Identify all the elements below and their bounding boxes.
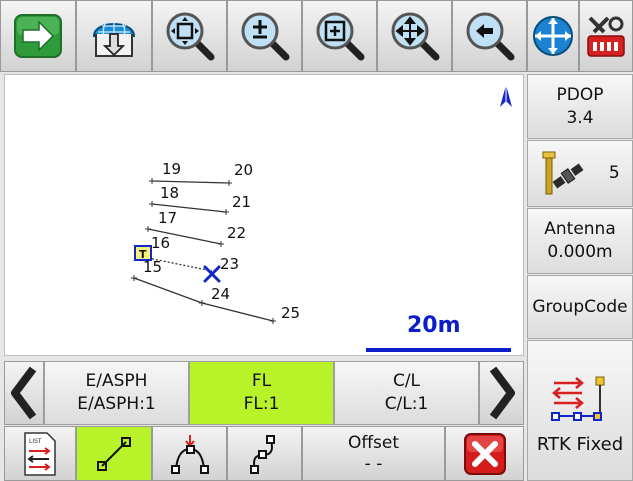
zoom-extents-button[interactable] bbox=[152, 0, 227, 72]
point-label: 17 bbox=[158, 209, 177, 227]
line-segment-icon bbox=[97, 436, 131, 471]
code-count: C/L:1 bbox=[384, 394, 429, 414]
satellite-count: 5 bbox=[608, 163, 620, 183]
settings-tools-icon bbox=[587, 16, 625, 57]
line-15-24 bbox=[133, 277, 203, 304]
settings-button[interactable] bbox=[579, 0, 633, 72]
close-icon bbox=[463, 432, 506, 475]
point-label: 23 bbox=[220, 255, 239, 273]
zoom-window-button[interactable] bbox=[302, 0, 377, 72]
code-name: E/ASPH bbox=[85, 371, 148, 391]
point-label: 22 bbox=[227, 224, 246, 242]
code-list-icon: LIST bbox=[24, 431, 56, 476]
code-list-button[interactable]: LIST bbox=[4, 426, 76, 481]
pdop-value: 3.4 bbox=[566, 107, 594, 128]
point-label: 16 bbox=[151, 234, 170, 252]
line-19-20 bbox=[151, 180, 230, 184]
antenna-value: 0.000m bbox=[547, 242, 613, 262]
marker-label: T bbox=[139, 248, 147, 261]
point-label: 20 bbox=[234, 161, 253, 179]
codes-next-button[interactable] bbox=[479, 361, 524, 425]
zoom-previous-button[interactable] bbox=[452, 0, 527, 72]
antenna-panel[interactable]: Antenna 0.000m bbox=[527, 208, 633, 274]
offset-button[interactable]: Offset - - bbox=[302, 426, 445, 481]
group-code-panel[interactable]: GroupCode bbox=[527, 275, 633, 339]
point-label: 24 bbox=[211, 285, 230, 303]
arc-mode-button[interactable] bbox=[152, 426, 227, 481]
code-button-cl[interactable]: C/L C/L:1 bbox=[334, 361, 479, 425]
rtk-status-label: RTK Fixed bbox=[536, 434, 624, 455]
pan-button[interactable] bbox=[377, 0, 452, 72]
zoom-previous-icon bbox=[466, 12, 514, 61]
point-label: 21 bbox=[232, 193, 251, 211]
north-arrow-icon bbox=[500, 85, 512, 107]
code-name: FL bbox=[251, 371, 272, 391]
antenna-label: Antenna bbox=[544, 219, 616, 239]
map-canvas[interactable]: 19 20 18 21 17 22 16 23 15 24 25 T 20m bbox=[4, 74, 524, 356]
globe-download-icon bbox=[92, 21, 136, 57]
offset-value: - - bbox=[364, 453, 383, 474]
gnss-button[interactable] bbox=[527, 0, 579, 72]
offset-label: Offset bbox=[347, 432, 400, 453]
pan-icon bbox=[391, 12, 439, 61]
download-map-button[interactable] bbox=[76, 0, 152, 72]
code-button-easph[interactable]: E/ASPH E/ASPH:1 bbox=[44, 361, 189, 425]
position-cross-icon bbox=[203, 265, 221, 283]
chevron-right-icon bbox=[489, 366, 515, 420]
point-label: 25 bbox=[281, 304, 300, 322]
zoom-extents-icon bbox=[166, 12, 214, 61]
point-label: 19 bbox=[162, 160, 181, 178]
chevron-left-icon bbox=[11, 366, 37, 420]
code-button-fl[interactable]: FL FL:1 bbox=[189, 361, 334, 425]
gnss-globe-icon bbox=[533, 16, 573, 56]
target-marker[interactable]: T bbox=[134, 245, 152, 261]
zoom-in-out-icon bbox=[241, 12, 289, 61]
line-mode-button[interactable] bbox=[76, 426, 152, 481]
pdop-label: PDOP bbox=[556, 84, 604, 105]
scale-bar bbox=[366, 348, 511, 352]
svg-text:LIST: LIST bbox=[29, 438, 42, 445]
scale-label: 20m bbox=[407, 313, 461, 338]
rtk-panel[interactable]: RTK Fixed bbox=[527, 340, 633, 481]
arc-points-icon bbox=[170, 434, 209, 474]
code-name: C/L bbox=[392, 371, 421, 391]
curve-points-icon bbox=[249, 434, 275, 474]
zoom-window-icon bbox=[316, 12, 364, 61]
code-count: FL:1 bbox=[243, 394, 280, 414]
line-24-25 bbox=[201, 302, 274, 322]
group-code-label: GroupCode bbox=[532, 296, 628, 317]
close-button[interactable] bbox=[445, 426, 524, 481]
satellite-panel[interactable]: 5 bbox=[527, 140, 633, 207]
point-label: 18 bbox=[160, 184, 179, 202]
line-stakeout-icon bbox=[551, 376, 605, 421]
pdop-panel[interactable]: PDOP 3.4 bbox=[527, 74, 633, 139]
next-arrow-icon bbox=[14, 14, 62, 58]
codes-prev-button[interactable] bbox=[4, 361, 44, 425]
code-count: E/ASPH:1 bbox=[77, 394, 156, 414]
satellite-icon bbox=[542, 151, 584, 194]
next-button[interactable] bbox=[0, 0, 76, 72]
zoom-in-out-button[interactable] bbox=[227, 0, 302, 72]
curve-mode-button[interactable] bbox=[227, 426, 302, 481]
